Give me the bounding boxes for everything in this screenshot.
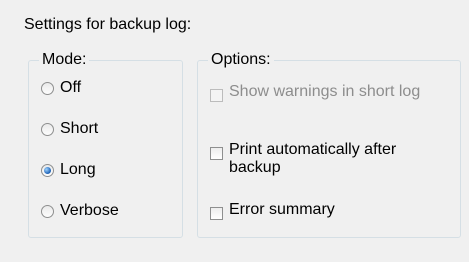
radio-verbose-label[interactable]: Verbose	[60, 202, 119, 220]
mode-radio-off[interactable]: Off	[41, 77, 81, 99]
radio-short-label[interactable]: Short	[60, 120, 98, 138]
radio-off-indicator[interactable]	[41, 81, 54, 95]
checkbox-error-summary[interactable]: Error summary	[210, 201, 450, 220]
checkbox-show-warnings: Show warnings in short log	[210, 83, 450, 102]
error-summary-label[interactable]: Error summary	[229, 201, 335, 219]
mode-group: Mode: Off Short Long Verbose	[28, 50, 183, 238]
radio-off-label[interactable]: Off	[60, 79, 81, 97]
print-automatically-checkbox[interactable]	[210, 147, 223, 160]
radio-long-indicator[interactable]	[41, 163, 54, 177]
mode-radio-short[interactable]: Short	[41, 118, 98, 140]
mode-group-legend: Mode:	[39, 50, 90, 70]
backup-log-settings-panel: Settings for backup log: Mode: Off Short…	[0, 0, 469, 262]
options-group: Options: Show warnings in short log Prin…	[197, 50, 461, 238]
mode-radio-verbose[interactable]: Verbose	[41, 200, 119, 222]
radio-short-indicator[interactable]	[41, 122, 54, 136]
mode-radio-long[interactable]: Long	[41, 159, 96, 181]
show-warnings-checkbox	[210, 89, 223, 102]
panel-title: Settings for backup log:	[24, 16, 192, 33]
checkbox-print-automatically[interactable]: Print automatically after backup	[210, 141, 450, 177]
print-automatically-label[interactable]: Print automatically after backup	[229, 141, 450, 177]
radio-verbose-indicator[interactable]	[41, 204, 54, 218]
options-group-legend: Options:	[208, 50, 274, 70]
error-summary-checkbox[interactable]	[210, 207, 223, 220]
radio-long-label[interactable]: Long	[60, 161, 96, 179]
show-warnings-label: Show warnings in short log	[229, 83, 421, 100]
